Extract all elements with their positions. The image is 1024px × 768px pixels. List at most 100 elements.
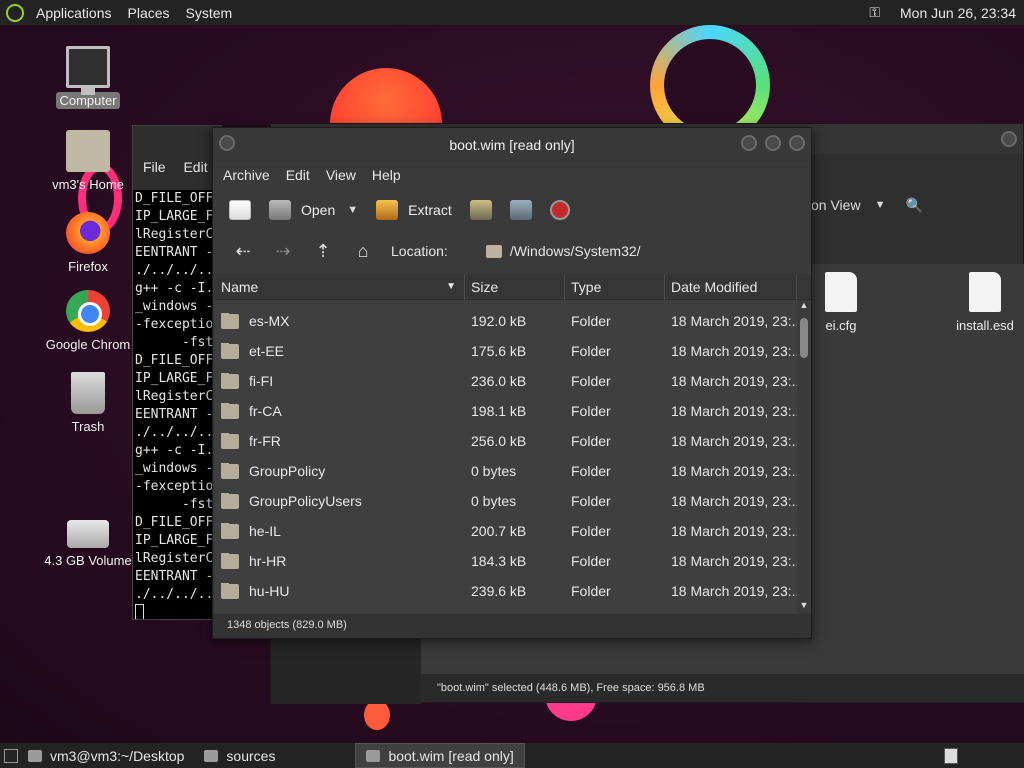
row-type-cell: Folder bbox=[571, 313, 611, 329]
location-field[interactable]: /Windows/System32/ bbox=[476, 236, 801, 266]
archive-titlebar[interactable]: boot.wim [read only] bbox=[213, 128, 811, 162]
menu-help[interactable]: Help bbox=[364, 167, 409, 183]
table-row[interactable]: hu-HU 239.6 kB Folder 18 March 2019, 23:... bbox=[215, 576, 811, 606]
table-row[interactable]: fi-FI 236.0 kB Folder 18 March 2019, 23:... bbox=[215, 366, 811, 396]
add-folder-button[interactable] bbox=[504, 196, 538, 224]
taskbar-item-sources[interactable]: sources bbox=[194, 743, 285, 768]
row-name-cell: fi-FI bbox=[215, 373, 465, 389]
places-menu[interactable]: Places bbox=[120, 5, 178, 21]
file-manager-status: "boot.wim" selected (448.6 MB), Free spa… bbox=[421, 674, 1024, 702]
location-bar: ⇠ ⇢ ⇡ ⌂ Location: /Windows/System32/ bbox=[213, 232, 811, 270]
row-size-cell: 256.0 kB bbox=[471, 433, 527, 449]
search-icon[interactable]: 🔍 bbox=[905, 197, 922, 214]
row-name-cell: GroupPolicy bbox=[215, 463, 465, 479]
row-name-cell: fr-FR bbox=[215, 433, 465, 449]
taskbar-item-archive[interactable]: boot.wim [read only] bbox=[355, 743, 525, 768]
file-item[interactable]: install.esd bbox=[945, 272, 1024, 333]
folder-icon bbox=[221, 343, 239, 359]
maximize-button[interactable] bbox=[765, 135, 781, 151]
scrollbar-thumb[interactable] bbox=[800, 318, 808, 358]
show-desktop-icon[interactable] bbox=[4, 748, 18, 763]
network-key-icon[interactable]: ⚿ bbox=[869, 4, 880, 21]
column-header-size[interactable]: Size bbox=[465, 274, 565, 300]
up-arrow-icon[interactable]: ⇡ bbox=[303, 241, 343, 262]
clock[interactable]: Mon Jun 26, 23:34 bbox=[892, 5, 1024, 21]
wallpaper-shape bbox=[364, 700, 390, 730]
archive-manager-window[interactable]: boot.wim [read only] Archive Edit View H… bbox=[212, 127, 812, 639]
mate-logo-icon[interactable] bbox=[6, 3, 24, 22]
add-files-button[interactable] bbox=[464, 196, 498, 224]
column-header-name[interactable]: Name ▼ bbox=[215, 274, 465, 300]
workspace-switcher-icon[interactable] bbox=[944, 747, 958, 764]
close-button[interactable] bbox=[789, 135, 805, 151]
row-date-cell: 18 March 2019, 23:... bbox=[671, 403, 797, 419]
desktop-icon-firefox[interactable]: Firefox bbox=[38, 212, 138, 275]
column-header-date-modified[interactable]: Date Modified bbox=[665, 274, 797, 300]
new-archive-button[interactable] bbox=[223, 196, 257, 224]
row-date-cell: 18 March 2019, 23:... bbox=[671, 313, 797, 329]
table-row[interactable]: et-EE 175.6 kB Folder 18 March 2019, 23:... bbox=[215, 336, 811, 366]
window-title: boot.wim [read only] bbox=[449, 137, 575, 153]
table-row[interactable]: he-IL 200.7 kB Folder 18 March 2019, 23:... bbox=[215, 516, 811, 546]
folder-icon bbox=[221, 583, 239, 599]
scroll-up-arrow-icon[interactable]: ▲ bbox=[797, 300, 811, 314]
open-button[interactable]: Open bbox=[263, 196, 341, 224]
row-size-cell: 236.0 kB bbox=[471, 373, 527, 389]
desktop-icon-trash[interactable]: Trash bbox=[38, 372, 138, 435]
table-row[interactable]: GroupPolicyUsers 0 bytes Folder 18 March 20… bbox=[215, 486, 811, 516]
view-mode-label[interactable]: on View bbox=[811, 197, 861, 213]
chrome-icon bbox=[66, 290, 110, 332]
row-size-cell: 200.7 kB bbox=[471, 523, 527, 539]
desktop-icon-volume[interactable]: 4.3 GB Volume bbox=[38, 510, 138, 569]
terminal-window[interactable]: File Edit D_FILE_OFF IP_LARGE_F lRegiste… bbox=[132, 125, 222, 620]
system-menu[interactable]: System bbox=[178, 5, 241, 21]
window-menu-button[interactable] bbox=[219, 135, 235, 151]
desktop-icon-home[interactable]: vm3's Home bbox=[38, 130, 138, 193]
home-icon[interactable]: ⌂ bbox=[343, 241, 383, 262]
folder-icon bbox=[221, 373, 239, 389]
open-dropdown-arrow-icon[interactable]: ▼ bbox=[347, 204, 358, 216]
add-folder-icon bbox=[509, 200, 532, 220]
row-date-cell: 18 March 2019, 23:... bbox=[671, 433, 797, 449]
scroll-down-arrow-icon[interactable]: ▼ bbox=[797, 600, 811, 614]
folder-icon bbox=[221, 523, 239, 539]
view-selector[interactable]: on View ▼ 🔍 bbox=[811, 192, 923, 218]
menu-view[interactable]: View bbox=[318, 167, 364, 183]
stop-button[interactable] bbox=[544, 196, 576, 224]
desktop-icon-computer[interactable]: Computer bbox=[38, 46, 138, 109]
folder-icon bbox=[221, 553, 239, 569]
applications-menu[interactable]: Applications bbox=[28, 5, 120, 21]
terminal-output[interactable]: D_FILE_OFF IP_LARGE_F lRegisterC EENTRAN… bbox=[133, 190, 221, 604]
table-row[interactable]: hr-HR 184.3 kB Folder 18 March 2019, 23:... bbox=[215, 546, 811, 576]
terminal-menubar: File Edit bbox=[133, 126, 221, 190]
firefox-icon bbox=[66, 212, 110, 254]
table-row[interactable]: es-MX 192.0 kB Folder 18 March 2019, 23:... bbox=[215, 306, 811, 336]
minimize-button[interactable] bbox=[741, 135, 757, 151]
window-close-button[interactable] bbox=[1001, 131, 1017, 147]
terminal-menu-edit[interactable]: Edit bbox=[183, 159, 207, 175]
desktop-icon-chrome[interactable]: Google Chrom bbox=[38, 290, 138, 353]
forward-arrow-icon[interactable]: ⇢ bbox=[263, 241, 303, 262]
extract-button[interactable]: Extract bbox=[370, 196, 458, 224]
row-name-cell: hu-HU bbox=[215, 583, 465, 599]
terminal-menu-file[interactable]: File bbox=[143, 159, 166, 175]
table-row[interactable]: GroupPolicy 0 bytes Folder 18 March 2019, 2… bbox=[215, 456, 811, 486]
file-list[interactable]: Name ▼ Size Type Date Modified es-MX 192.… bbox=[215, 274, 811, 614]
chevron-down-icon[interactable]: ▼ bbox=[875, 199, 886, 211]
column-header-type[interactable]: Type bbox=[565, 274, 665, 300]
row-name-cell: fr-CA bbox=[215, 403, 465, 419]
table-row[interactable]: fr-FR 256.0 kB Folder 18 March 2019, 23:... bbox=[215, 426, 811, 456]
row-date-cell: 18 March 2019, 23:... bbox=[671, 463, 797, 479]
menu-archive[interactable]: Archive bbox=[215, 167, 278, 183]
menu-edit[interactable]: Edit bbox=[278, 167, 318, 183]
file-item[interactable]: ei.cfg bbox=[801, 272, 881, 333]
trash-icon bbox=[71, 372, 105, 414]
file-icon bbox=[969, 272, 1001, 312]
back-arrow-icon[interactable]: ⇠ bbox=[223, 241, 263, 262]
taskbar-item-terminal[interactable]: vm3@vm3:~/Desktop bbox=[18, 743, 194, 768]
table-row[interactable]: fr-CA 198.1 kB Folder 18 March 2019, 23:... bbox=[215, 396, 811, 426]
row-name-cell: et-EE bbox=[215, 343, 465, 359]
folder-icon bbox=[221, 403, 239, 419]
vertical-scrollbar[interactable]: ▲ ▼ bbox=[797, 300, 811, 614]
row-date-cell: 18 March 2019, 23:... bbox=[671, 553, 797, 569]
